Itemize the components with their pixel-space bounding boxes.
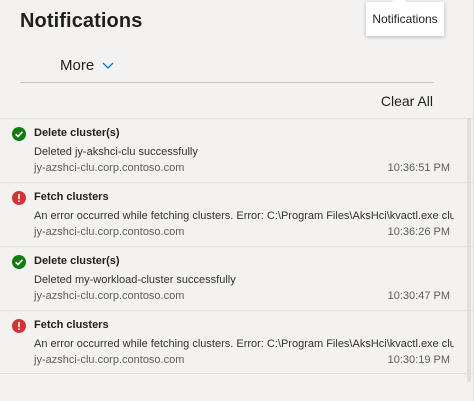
notification-message: Deleted jy-akshci-clu successfully: [34, 146, 198, 158]
notification-host: jy-azshci-clu.corp.contoso.com: [34, 226, 185, 238]
panel-title: Notifications: [20, 10, 143, 32]
notification-item[interactable]: Fetch clusters An error occurred while f…: [0, 182, 474, 246]
notification-title: Fetch clusters: [34, 191, 109, 203]
notification-time: 10:36:26 PM: [387, 226, 450, 238]
notification-message: An error occurred while fetching cluster…: [34, 338, 454, 350]
more-button[interactable]: More: [60, 57, 114, 74]
notification-item[interactable]: Delete cluster(s) Deleted my-workload-cl…: [0, 246, 474, 310]
notification-time: 10:36:51 PM: [387, 162, 450, 174]
more-label: More: [60, 57, 95, 74]
error-exclamation-icon: [12, 191, 26, 205]
notifications-panel: Notifications Notifications More Clear A…: [0, 0, 474, 401]
notification-message: An error occurred while fetching cluster…: [34, 210, 454, 222]
notification-title: Fetch clusters: [34, 319, 109, 331]
success-check-icon: [12, 255, 26, 269]
notifications-tooltip: Notifications: [366, 2, 444, 36]
notification-host: jy-azshci-clu.corp.contoso.com: [34, 354, 185, 366]
success-check-icon: [12, 127, 26, 141]
notification-item[interactable]: Delete cluster(s) Deleted jy-akshci-clu …: [0, 118, 474, 182]
error-exclamation-icon: [12, 319, 26, 333]
scrollbar[interactable]: [467, 118, 471, 382]
notification-list: Delete cluster(s) Deleted jy-akshci-clu …: [0, 118, 474, 374]
notification-host: jy-azshci-clu.corp.contoso.com: [34, 162, 185, 174]
clear-all-button[interactable]: Clear All: [381, 93, 433, 109]
notification-item[interactable]: Fetch clusters An error occurred while f…: [0, 310, 474, 374]
notification-title: Delete cluster(s): [34, 127, 120, 139]
chevron-down-icon: [102, 62, 114, 69]
notification-time: 10:30:19 PM: [387, 354, 450, 366]
notification-time: 10:30:47 PM: [387, 290, 450, 302]
notification-message: Deleted my-workload-cluster successfully: [34, 274, 236, 286]
notification-title: Delete cluster(s): [34, 255, 120, 267]
header-divider: [20, 82, 434, 83]
notification-host: jy-azshci-clu.corp.contoso.com: [34, 290, 185, 302]
